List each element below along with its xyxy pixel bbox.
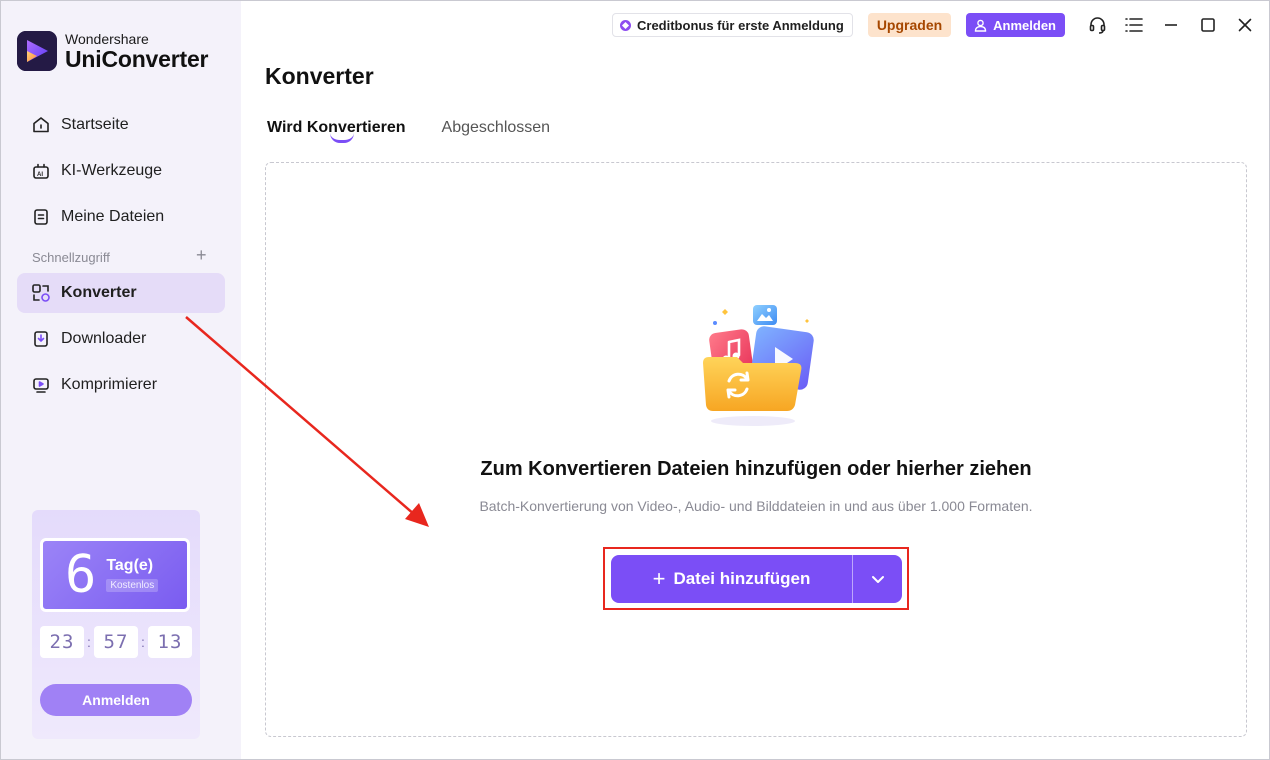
add-quick-access-button[interactable]: + <box>196 245 207 266</box>
file-drop-zone[interactable] <box>265 162 1247 737</box>
timer-separator: : <box>87 634 91 650</box>
drop-zone-title: Zum Konvertieren Dateien hinzufügen oder… <box>480 458 1032 480</box>
credit-bonus-button[interactable]: Creditbonus für erste Anmeldung <box>612 13 853 37</box>
sidebar: Wondershare UniConverter Startseite AI K… <box>1 1 241 759</box>
files-icon <box>31 207 51 227</box>
compressor-icon <box>31 375 51 395</box>
add-file-dropdown-button[interactable] <box>853 555 902 603</box>
uniconverter-logo-icon <box>17 31 57 71</box>
svg-text:AI: AI <box>37 172 43 178</box>
quick-access-label: Schnellzugriff <box>32 250 110 265</box>
sidebar-item-label: KI-Werkzeuge <box>61 162 163 179</box>
minimize-icon[interactable] <box>1161 15 1181 35</box>
upgrade-button[interactable]: Upgraden <box>867 13 952 37</box>
close-icon[interactable] <box>1235 15 1255 35</box>
brand-company: Wondershare <box>65 30 149 47</box>
media-folder-illustration-icon <box>695 297 825 433</box>
brand: Wondershare UniConverter <box>17 31 208 71</box>
brand-product: UniConverter <box>65 45 209 72</box>
converter-tabs: Wird Konvertieren Abgeschlossen <box>267 119 586 145</box>
credit-icon <box>620 19 631 31</box>
login-label: Anmelden <box>993 17 1056 33</box>
sidebar-item-komprimierer[interactable]: Komprimierer <box>17 365 225 405</box>
sidebar-item-label: Startseite <box>61 116 129 133</box>
chevron-down-icon <box>871 575 884 583</box>
timer-minutes: 57 <box>93 626 138 658</box>
tab-abgeschlossen[interactable]: Abgeschlossen <box>442 119 551 145</box>
credit-bonus-label: Creditbonus für erste Anmeldung <box>637 17 844 33</box>
timer-separator: : <box>141 634 145 650</box>
add-file-label: Datei hinzufügen <box>673 569 811 588</box>
promo-login-button[interactable]: Anmelden <box>40 684 192 716</box>
tab-label: Abgeschlossen <box>441 119 551 136</box>
timer-hours: 23 <box>40 626 84 658</box>
login-button[interactable]: Anmelden <box>966 13 1065 37</box>
downloader-icon <box>31 329 51 349</box>
page-title: Konverter <box>265 63 374 89</box>
sidebar-item-label: Konverter <box>61 284 137 301</box>
trial-days-card: 6 Tag(e) Kostenlos <box>40 538 190 612</box>
add-file-button[interactable]: + Datei hinzufügen <box>611 555 852 603</box>
sidebar-item-label: Meine Dateien <box>61 208 165 225</box>
sidebar-item-ki-werkzeuge[interactable]: AI KI-Werkzeuge <box>17 151 225 191</box>
trial-free-badge: Kostenlos <box>106 579 159 592</box>
ai-tools-icon: AI <box>31 161 51 181</box>
sidebar-item-label: Komprimierer <box>61 376 158 393</box>
active-tab-indicator <box>330 133 354 143</box>
drop-zone-subtitle: Batch-Konvertierung von Video-, Audio- u… <box>479 498 1033 514</box>
trial-days-label: Tag(e) <box>106 557 154 574</box>
app-window: Wondershare UniConverter Startseite AI K… <box>0 0 1270 760</box>
sidebar-item-meine-dateien[interactable]: Meine Dateien <box>17 197 225 237</box>
sidebar-item-konverter[interactable]: Konverter <box>17 273 225 313</box>
quick-access-nav: Konverter Downloader Komprimierer <box>17 273 225 411</box>
countdown-timer: 23 : 57 : 13 <box>40 626 192 658</box>
sidebar-nav: Startseite AI KI-Werkzeuge Meine Dateien <box>17 105 225 243</box>
headset-icon[interactable] <box>1087 15 1107 35</box>
user-icon <box>974 19 987 32</box>
home-icon <box>31 115 51 135</box>
add-file-button-group: + Datei hinzufügen <box>611 555 902 603</box>
timer-seconds: 13 <box>147 626 192 658</box>
menu-icon[interactable] <box>1124 15 1144 35</box>
trial-days-number: 6 <box>65 545 97 605</box>
maximize-icon[interactable] <box>1198 15 1218 35</box>
sidebar-item-downloader[interactable]: Downloader <box>17 319 225 359</box>
converter-icon <box>31 283 51 303</box>
trial-promo-card: 6 Tag(e) Kostenlos 23 : 57 : 13 Anmelden <box>32 510 200 739</box>
title-bar: Creditbonus für erste Anmeldung Upgraden… <box>612 11 1255 39</box>
plus-icon: + <box>652 566 666 591</box>
sidebar-item-startseite[interactable]: Startseite <box>17 105 225 145</box>
tab-wird-konvertieren[interactable]: Wird Konvertieren <box>267 119 406 145</box>
sidebar-item-label: Downloader <box>61 330 147 347</box>
